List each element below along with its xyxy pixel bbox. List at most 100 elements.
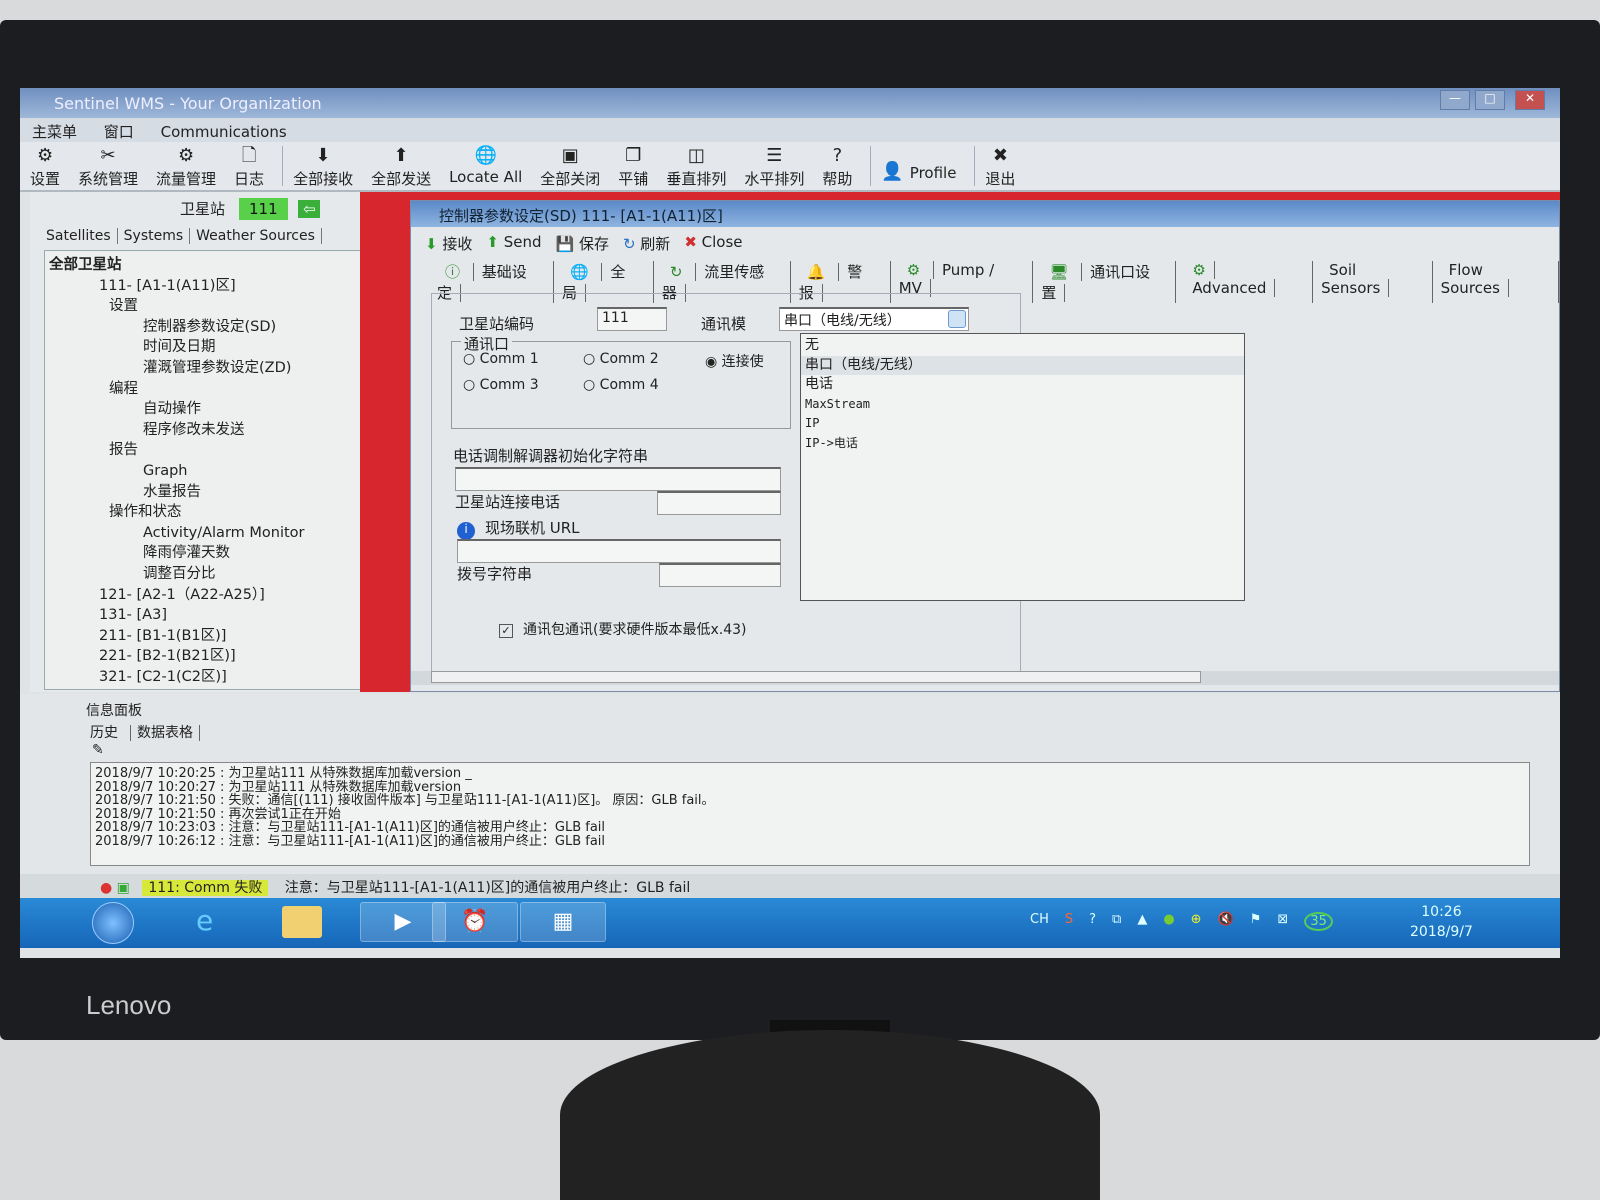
radio-button[interactable]: ◉ xyxy=(705,354,722,370)
plus-icon[interactable]: ⊕ xyxy=(1191,912,1202,931)
tree-item[interactable]: 131- [A3] xyxy=(49,605,361,626)
dropdown-option[interactable]: MaxStream xyxy=(801,395,1244,415)
menu-communications[interactable]: Communications xyxy=(161,123,287,141)
tree-item[interactable]: 设置 xyxy=(49,296,361,317)
toolbar-globe-button[interactable]: 🌐 Locate All xyxy=(449,142,522,190)
tree-item[interactable]: 编程 xyxy=(49,379,361,400)
toolbar-tile-horizontal-button[interactable]: ☰ 水平排列 xyxy=(744,142,804,190)
pencil-icon[interactable]: ✎ xyxy=(92,742,104,758)
tree-item[interactable]: 调整百分比 xyxy=(49,564,361,585)
toolbar-close-all-button[interactable]: ▣ 全部关闭 xyxy=(540,142,600,190)
tab-data-table[interactable]: 数据表格 xyxy=(131,725,200,741)
chevron-down-icon[interactable] xyxy=(948,310,966,328)
badge-icon[interactable]: 35 xyxy=(1304,912,1333,931)
dropdown-option[interactable]: IP->电话 xyxy=(801,434,1244,454)
tree-item[interactable]: 221- [B2-1(B21区)] xyxy=(49,646,361,667)
clock[interactable]: 10:26 2018/9/7 xyxy=(1410,902,1473,942)
help-tray-icon[interactable]: ? xyxy=(1089,912,1096,931)
tree-item[interactable]: 水量报告 xyxy=(49,482,361,503)
tree-item[interactable]: 时间及日期 xyxy=(49,337,361,358)
station-go-icon[interactable]: ⇦ xyxy=(298,200,321,218)
language-indicator[interactable]: CH xyxy=(1030,912,1049,931)
station-code-field[interactable]: 111 xyxy=(597,307,667,331)
toolbar-arrow-up-button[interactable]: ⬆ 全部发送 xyxy=(371,142,431,190)
port-radio-4[interactable]: ○ Comm 4 xyxy=(583,377,659,393)
show-hidden-icons[interactable]: ▲ xyxy=(1137,912,1147,931)
packet-comm-row[interactable]: ✓ 通讯包通讯(要求硬件版本最低x.43) xyxy=(499,619,746,639)
tree-item[interactable]: 灌溉管理参数设定(ZD) xyxy=(49,358,361,379)
network-error-icon[interactable]: ⊠ xyxy=(1277,912,1288,931)
child-刷新-button[interactable]: ↻ 刷新 xyxy=(623,233,670,254)
toolbar-cascade-button[interactable]: ❐ 平铺 xyxy=(618,142,648,190)
toolbar-exit-button[interactable]: ✖ 退出 xyxy=(985,142,1015,190)
menu-main[interactable]: 主菜单 xyxy=(32,123,77,141)
tree-item[interactable]: Graph xyxy=(49,461,361,482)
tree-item[interactable]: Activity/Alarm Monitor xyxy=(49,523,361,544)
tree-item[interactable]: 111- [A1-1(A11)区] xyxy=(49,276,361,297)
child-保存-button[interactable]: 💾 保存 xyxy=(555,233,608,254)
modem-init-field[interactable] xyxy=(455,467,781,491)
toolbar-gear-button[interactable]: ⚙ 设置 xyxy=(30,142,60,190)
port-radio-1[interactable]: ○ Comm 2 xyxy=(583,351,659,367)
radio-button[interactable]: ○ xyxy=(583,377,600,393)
tab-7[interactable]: Soil Sensors xyxy=(1313,261,1433,303)
alarm-clock-task[interactable]: ⏰ xyxy=(432,902,518,942)
url-field[interactable] xyxy=(457,539,781,563)
volume-muted-icon[interactable]: 🔇 xyxy=(1218,912,1234,931)
turtle-icon[interactable]: ● xyxy=(1163,912,1174,931)
tree-item[interactable]: 211- [B1-1(B1区)] xyxy=(49,626,361,647)
toolbar-gears-button[interactable]: ⚙ 流量管理 xyxy=(156,142,216,190)
child-接收-button[interactable]: ⬇ 接收 xyxy=(425,233,472,254)
close-button[interactable]: ✕ xyxy=(1515,90,1545,110)
dropdown-option[interactable]: 电话 xyxy=(801,375,1244,395)
menu-window[interactable]: 窗口 xyxy=(104,123,134,141)
port-radio-2[interactable]: ◉ 连接使 xyxy=(705,351,764,371)
horizontal-scrollbar[interactable] xyxy=(411,671,1559,685)
minimize-button[interactable]: — xyxy=(1440,90,1470,110)
maximize-button[interactable]: □ xyxy=(1475,90,1505,110)
comm-mode-select[interactable]: 串口（电线/无线） xyxy=(779,307,969,331)
station-phone-field[interactable] xyxy=(657,491,781,515)
dropdown-option[interactable]: 无 xyxy=(801,336,1244,356)
tab-history[interactable]: 历史 xyxy=(90,725,131,741)
tree-item[interactable]: 报告 xyxy=(49,440,361,461)
radio-button[interactable]: ○ xyxy=(463,377,480,393)
tree-item[interactable]: 降雨停灌天数 xyxy=(49,543,361,564)
child-close-button[interactable]: ✖ Close xyxy=(684,233,742,254)
folder-icon[interactable] xyxy=(282,906,322,938)
tab-5[interactable]: 🖥 通讯口设置 xyxy=(1033,261,1177,303)
port-radio-0[interactable]: ○ Comm 1 xyxy=(463,351,539,367)
tree-item[interactable]: 321- [C2-1(C2区)] xyxy=(49,667,361,688)
tree-item[interactable]: 操作和状态 xyxy=(49,502,361,523)
start-button[interactable] xyxy=(92,902,134,944)
tab-satellites[interactable]: Satellites xyxy=(40,228,118,244)
toolbar-arrow-down-button[interactable]: ⬇ 全部接收 xyxy=(293,142,353,190)
toolbar-tile-vertical-button[interactable]: ◫ 垂直排列 xyxy=(666,142,726,190)
toolbar-document-button[interactable]: 🗋 日志 xyxy=(234,142,264,190)
packet-comm-checkbox[interactable]: ✓ xyxy=(499,624,513,638)
tree-item[interactable]: 程序修改未发送 xyxy=(49,420,361,441)
dial-string-field[interactable] xyxy=(659,563,781,587)
tree-item[interactable]: 控制器参数设定(SD) xyxy=(49,317,361,338)
radio-button[interactable]: ○ xyxy=(463,351,480,367)
port-radio-3[interactable]: ○ Comm 3 xyxy=(463,377,539,393)
radio-button[interactable]: ○ xyxy=(583,351,600,367)
toolbar-help-button[interactable]: ? 帮助 xyxy=(822,142,852,190)
action-center-flag-icon[interactable]: ⚑ xyxy=(1250,912,1262,931)
sentinel-task[interactable]: ▦ xyxy=(520,902,606,942)
toolbar-user-button[interactable]: 👤 Profile xyxy=(881,142,956,190)
station-value[interactable]: 111 xyxy=(239,198,288,220)
network-icon[interactable]: ⧉ xyxy=(1112,912,1121,931)
tab-systems[interactable]: Systems xyxy=(117,228,191,244)
tree-item[interactable]: 121- [A2-1（A22-A25）] xyxy=(49,585,361,606)
toolbar-tools-button[interactable]: ✂ 系统管理 xyxy=(78,142,138,190)
tab-8[interactable]: Flow Sources xyxy=(1433,261,1560,303)
tree-item[interactable]: 全部卫星站 xyxy=(49,255,361,276)
tree-item[interactable]: 自动操作 xyxy=(49,399,361,420)
tab-weather-sources[interactable]: Weather Sources xyxy=(190,228,322,244)
sogou-icon[interactable]: S xyxy=(1065,912,1073,931)
ie-icon[interactable]: e xyxy=(196,904,213,937)
dropdown-option[interactable]: IP xyxy=(801,414,1244,434)
child-send-button[interactable]: ⬆ Send xyxy=(486,233,541,254)
dropdown-option[interactable]: 串口（电线/无线） xyxy=(801,355,1244,375)
